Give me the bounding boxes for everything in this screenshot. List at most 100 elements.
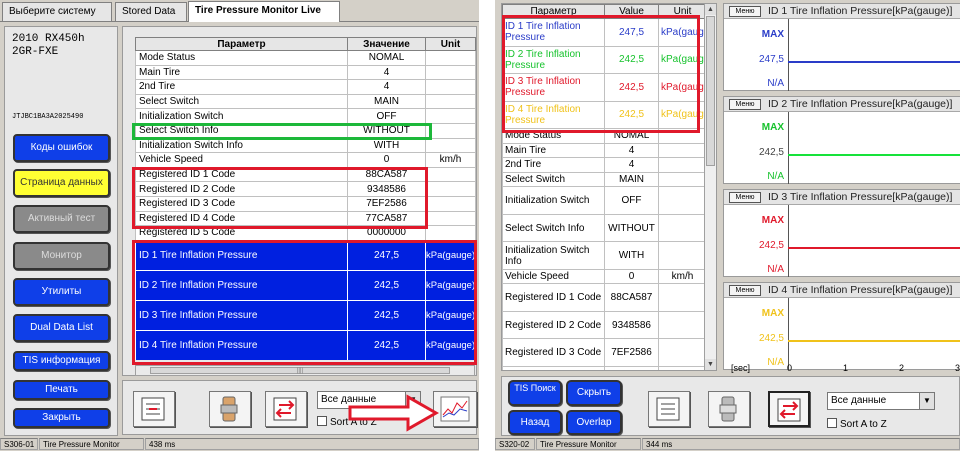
table-row[interactable]: Mode Status NOMAL [502, 128, 707, 144]
col-unit[interactable]: Unit [425, 37, 476, 51]
table-row[interactable]: Registered ID 3 Code 7EF2586 [502, 338, 707, 367]
col-value[interactable]: Значение [347, 37, 426, 51]
close-button[interactable]: Закрыть [13, 408, 110, 428]
table-row[interactable]: Initialization Switch Info WITH [135, 137, 476, 153]
checkbox-box[interactable] [827, 418, 837, 428]
scroll-thumb[interactable] [706, 16, 715, 166]
col-parameter[interactable]: Параметр [135, 37, 348, 51]
id-row[interactable]: ID 1 Tire Inflation Pressure 247,5 kPa(gau… [502, 18, 707, 47]
col-parameter[interactable]: Параметр [502, 4, 605, 19]
tis-search-button[interactable]: TIS Поиск [508, 380, 562, 406]
scroll-up-icon[interactable]: ▲ [705, 4, 716, 15]
tab-tire-pressure-live[interactable]: Tire Pressure Monitor Live [188, 1, 340, 22]
graph-menu-button[interactable]: Меню [729, 99, 761, 110]
row-value: 4 [347, 79, 426, 95]
overlap-button[interactable]: Overlap [566, 410, 622, 435]
graph-panel: Меню ID 3 Tire Inflation Pressure[kPa(gau… [723, 189, 960, 277]
vertical-scrollbar[interactable]: ▲ ▼ [704, 4, 716, 370]
row-unit [425, 108, 476, 124]
row-value: 242,5 [604, 73, 659, 102]
print-button[interactable]: Печать [13, 380, 110, 400]
table-row[interactable]: 2nd Tire 4 [135, 79, 476, 95]
graph-axis [788, 298, 789, 370]
row-unit [425, 195, 476, 212]
row-value: 242,5 [347, 269, 426, 301]
tis-info-button[interactable]: TIS информация [13, 351, 110, 371]
row-unit [658, 338, 707, 367]
row-value: 88CA587 [347, 166, 426, 182]
hide-button[interactable]: Скрыть [566, 380, 622, 406]
col-unit[interactable]: Unit [658, 4, 707, 19]
table-row[interactable]: Select Switch MAIN [502, 171, 707, 188]
list-toggle-button[interactable] [648, 391, 690, 427]
utility-button[interactable]: Утилиты [13, 278, 110, 306]
list-toggle-button[interactable] [133, 391, 175, 427]
back-button[interactable]: Назад [508, 410, 562, 435]
row-parameter: Registered ID 3 Code [135, 195, 348, 212]
dropdown-arrow-icon[interactable]: ▼ [919, 393, 934, 409]
table-row[interactable]: Registered ID 1 Code 88CA587 [502, 283, 707, 312]
table-row[interactable]: Registered ID 3 Code 7EF2586 [135, 195, 476, 212]
horizontal-scrollbar[interactable]: |||| [135, 365, 475, 376]
snapshot-button[interactable] [708, 391, 750, 427]
table-row[interactable]: Main Tire 4 [502, 142, 707, 159]
row-value: 0 [604, 268, 659, 285]
table-row[interactable]: Mode Status NOMAL [135, 50, 476, 66]
time-axis-label: [sec] [731, 363, 751, 373]
dual-data-list-button[interactable]: Dual Data List [13, 314, 110, 342]
row-value: 4 [604, 142, 659, 159]
table-row[interactable]: Select Switch Info WITHOUT [135, 122, 476, 139]
row-unit [658, 283, 707, 312]
id-row[interactable]: ID 3 Tire Inflation Pressure 242,5 kPa(gau… [502, 73, 707, 102]
vehicle-model: 2010 RX450h [12, 33, 85, 45]
swap-button[interactable] [768, 391, 810, 427]
graph-menu-button[interactable]: Меню [729, 192, 761, 203]
table-row[interactable]: Select Switch MAIN [135, 93, 476, 109]
tab-stored-data[interactable]: Stored Data [115, 2, 187, 21]
table-row[interactable]: Registered ID 1 Code 88CA587 [135, 166, 476, 182]
id-row[interactable]: ID 2 Tire Inflation Pressure 242,5 kPa(gau… [502, 45, 707, 74]
table-row[interactable]: Initialization Switch OFF [135, 108, 476, 124]
col-value[interactable]: Value [604, 4, 659, 19]
snapshot-button[interactable] [209, 391, 251, 427]
row-unit [425, 93, 476, 109]
id-row[interactable]: ID 4 Tire Inflation Pressure 242,5 kPa(gau… [502, 100, 707, 129]
graph-menu-button[interactable]: Меню [729, 6, 761, 17]
table-row[interactable]: Registered ID 4 Code77CA587 [135, 210, 476, 226]
table-row[interactable]: Select Switch Info WITHOUT [502, 213, 707, 243]
row-value: OFF [347, 108, 426, 124]
table-row[interactable]: Registered ID 2 Code 9348586 [135, 181, 476, 197]
data-list-button[interactable]: Страница данных [13, 169, 110, 197]
dtc-button[interactable]: Коды ошибок [13, 134, 110, 162]
graph-series-line [788, 340, 960, 342]
time-tick: 0 [787, 363, 793, 373]
table-row[interactable]: Initialization Switch OFF [502, 186, 707, 215]
table-row[interactable]: Main Tire 4 [135, 64, 476, 80]
highlighted-row[interactable]: ID 4 Tire Inflation Pressure 242,5 kPa(gau… [135, 329, 476, 361]
table-row[interactable]: Vehicle Speed 0 km/h [502, 268, 707, 285]
scroll-down-icon[interactable]: ▼ [705, 359, 716, 370]
swap-button[interactable] [265, 391, 307, 427]
table-row[interactable]: Vehicle Speed 0 km/h [135, 152, 476, 168]
status-system: Tire Pressure Monitor [39, 438, 144, 450]
table-row[interactable]: Initialization Switch Info WITH [502, 241, 707, 270]
highlighted-row[interactable]: ID 1 Tire Inflation Pressure 247,5 kPa(gau… [135, 239, 476, 271]
row-value: 242,5 [347, 329, 426, 361]
table-row[interactable]: Registered ID 5 Code 0000000 [135, 225, 476, 241]
graph-value-label: 242,5 [758, 333, 784, 344]
row-unit [425, 50, 476, 66]
checkbox-box[interactable] [317, 416, 327, 426]
table-row[interactable]: Registered ID 4 Code77CA587 [502, 365, 707, 370]
highlighted-row[interactable]: ID 3 Tire Inflation Pressure 242,5 kPa(gau… [135, 299, 476, 331]
scroll-thumb[interactable]: |||| [150, 367, 450, 374]
active-test-button[interactable]: Активный тест [13, 205, 110, 233]
filter-select[interactable]: Все данные ▼ [827, 392, 935, 410]
sort-checkbox[interactable]: Sort A to Z [827, 418, 887, 430]
table-row[interactable]: 2nd Tire 4 [502, 157, 707, 173]
highlighted-row[interactable]: ID 2 Tire Inflation Pressure 242,5 kPa(gau… [135, 269, 476, 301]
monitor-button[interactable]: Монитор [13, 242, 110, 270]
table-row[interactable]: Registered ID 2 Code 9348586 [502, 310, 707, 340]
graph-menu-button[interactable]: Меню [729, 285, 761, 296]
tab-select-system[interactable]: Выберите систему [2, 2, 112, 21]
row-parameter: Initialization Switch [502, 186, 605, 215]
